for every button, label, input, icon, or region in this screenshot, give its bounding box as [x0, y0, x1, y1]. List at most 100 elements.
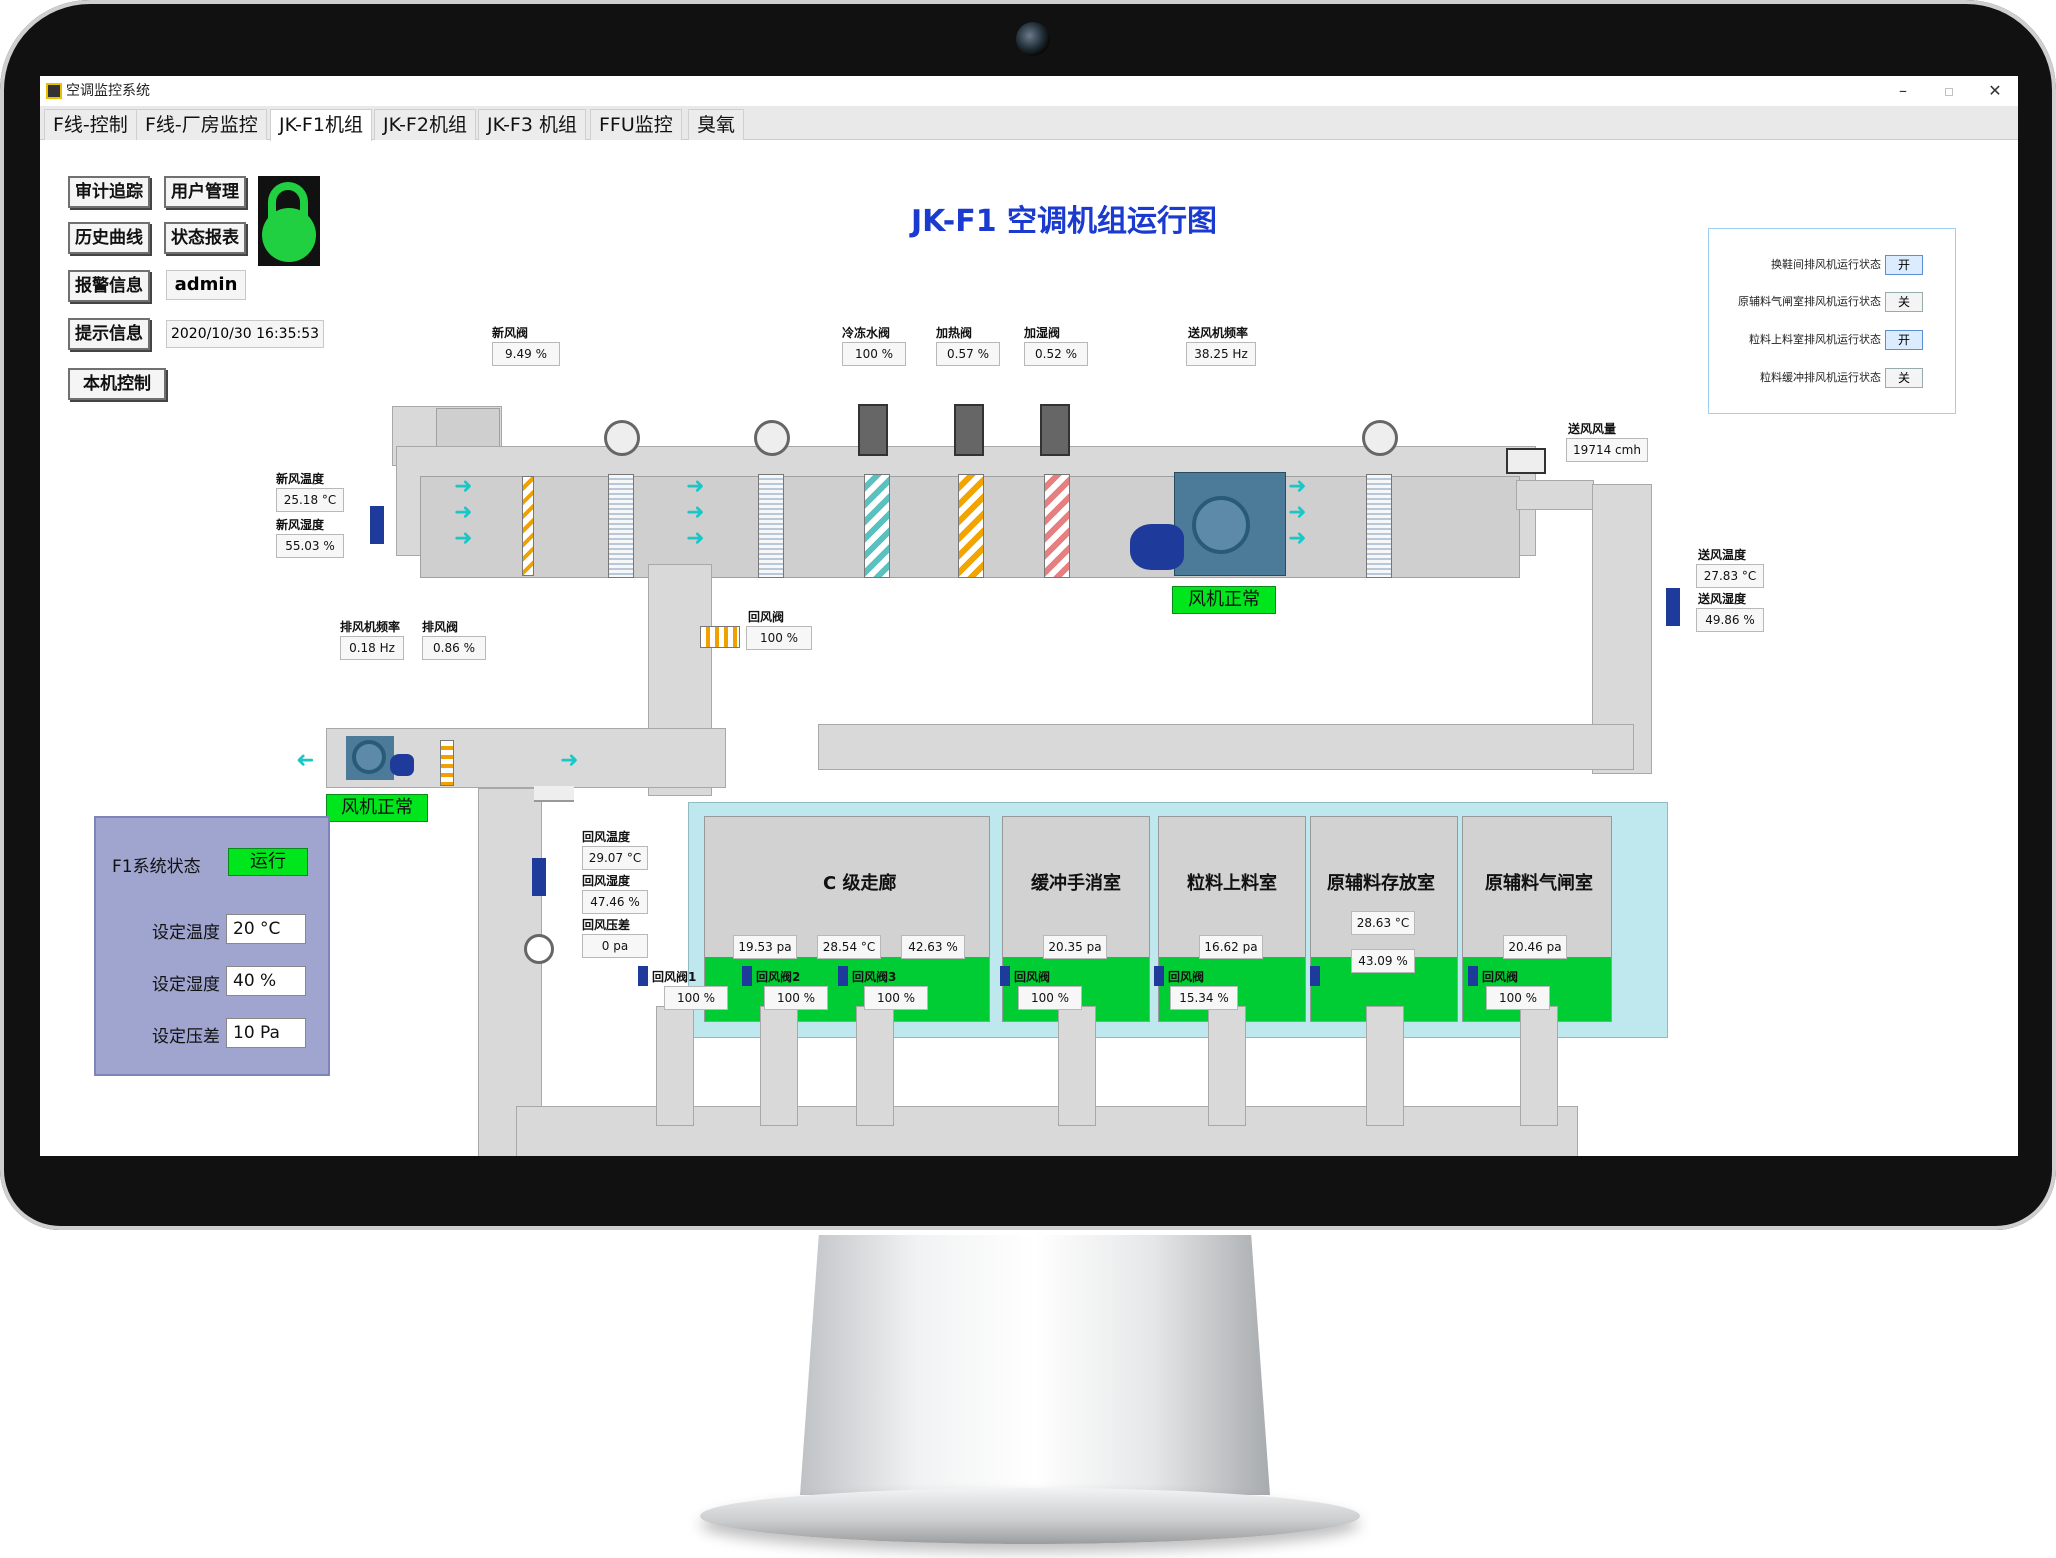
supply-temp-label: 送风温度: [1698, 548, 1747, 562]
app-icon: [46, 83, 62, 99]
maximize-button[interactable]: ▫: [1926, 76, 1972, 106]
room-value: 20.46 pa: [1503, 935, 1567, 959]
legend-label: 换鞋间排风机运行状态: [1771, 258, 1881, 271]
fresh-air-damper: [522, 476, 534, 576]
return-damper-1-value: 100 %: [664, 986, 728, 1010]
return-damper: [700, 626, 740, 648]
room-name: 缓冲手消室: [1031, 873, 1121, 894]
return-damper-5-value: 15.34 %: [1170, 986, 1238, 1010]
room-value: 19.53 pa: [733, 935, 797, 959]
room-name: C 级走廊: [823, 873, 897, 894]
room-name: 原辅料存放室: [1327, 873, 1435, 894]
valve-icon: [754, 420, 790, 456]
fresh-air-hood: [436, 408, 500, 448]
humidifier: [1044, 474, 1070, 578]
legend-label: 粒料上料室排风机运行状态: [1749, 333, 1881, 346]
tab-jk-f1[interactable]: JK-F1机组: [270, 109, 372, 141]
airflow-arrow: ➜: [454, 500, 473, 525]
return-damper-2-label: 回风阀2: [756, 970, 801, 984]
humid-valve-label: 加湿阀: [1024, 326, 1061, 340]
fresh-temp-label: 新风温度: [276, 472, 325, 486]
damper-actuator-icon: [1468, 966, 1478, 986]
supply-temp-value: 27.83 °C: [1696, 564, 1764, 588]
return-damper-6-label: 回风阀: [1482, 970, 1519, 984]
supply-freq-value: 38.25 Hz: [1186, 342, 1256, 366]
title-bar: 空调监控系统 – ▫ ✕: [40, 76, 2018, 106]
legend-label: 粒料缓冲排风机运行状态: [1760, 371, 1881, 384]
chill-valve-label: 冷冻水阀: [842, 326, 891, 340]
set-temp-field[interactable]: 20 °C: [226, 914, 306, 944]
room-name: 粒料上料室: [1187, 873, 1277, 894]
exhaust-freq-value: 0.18 Hz: [340, 636, 404, 660]
exhaust-fan-icon: [352, 740, 386, 774]
room-value: 20.35 pa: [1043, 935, 1107, 959]
return-damper-3-value: 100 %: [864, 986, 928, 1010]
fresh-damper-value: 9.49 %: [492, 342, 560, 366]
airflow-arrow: ➜: [1288, 500, 1307, 525]
chill-valve-value: 100 %: [842, 342, 906, 366]
fresh-temp-value: 25.18 °C: [276, 488, 344, 512]
high-efficiency-filter: [1366, 474, 1392, 578]
tab-ffu[interactable]: FFU监控: [590, 109, 682, 140]
legend-value: 开: [1885, 330, 1923, 350]
supply-motor-icon: [1130, 524, 1184, 570]
local-control-button[interactable]: 本机控制: [68, 368, 166, 400]
airflow-arrow: ➜: [1288, 474, 1307, 499]
room-value: 42.63 %: [901, 935, 965, 959]
return-damper-2-value: 100 %: [764, 986, 828, 1010]
tab-ozone[interactable]: 臭氧: [688, 109, 745, 140]
system-status-label: F1系统状态: [112, 857, 201, 877]
legend-value: 关: [1885, 368, 1923, 388]
fresh-damper-label: 新风阀: [492, 326, 529, 340]
set-hum-field[interactable]: 40 %: [226, 966, 306, 996]
tab-jk-f2[interactable]: JK-F2机组: [374, 109, 476, 140]
tab-f-line-plant[interactable]: F线-厂房监控: [136, 109, 267, 140]
supply-sensor-icon: [1666, 588, 1680, 626]
return-damper-4-value: 100 %: [1018, 986, 1082, 1010]
supply-flow-value: 19714 cmh: [1566, 438, 1648, 462]
system-status-value: 运行: [228, 848, 308, 876]
room-value: 43.09 %: [1351, 949, 1415, 973]
primary-filter: [608, 474, 634, 578]
return-damper-5-label: 回风阀: [1168, 970, 1205, 984]
system-status-panel: F1系统状态 运行 设定温度 20 °C 设定湿度 40 % 设定压差 10 P…: [94, 816, 330, 1076]
chill-valve-actuator-icon: [858, 404, 888, 456]
return-damper-6-value: 100 %: [1486, 986, 1550, 1010]
heat-valve-value: 0.57 %: [936, 342, 1000, 366]
close-button[interactable]: ✕: [1972, 76, 2018, 106]
return-dp-label: 回风压差: [582, 918, 631, 932]
supply-flow-label: 送风风量: [1568, 422, 1617, 436]
heat-valve-actuator-icon: [954, 404, 984, 456]
tab-jk-f3[interactable]: JK-F3 机组: [478, 109, 586, 140]
set-dp-field[interactable]: 10 Pa: [226, 1018, 306, 1048]
room-value: 16.62 pa: [1199, 935, 1263, 959]
return-sensor-icon: [532, 858, 546, 896]
heat-valve-label: 加热阀: [936, 326, 973, 340]
supply-header-duct: [818, 724, 1634, 770]
room-value: 28.54 °C: [817, 935, 881, 959]
exhaust-fan-status: 风机正常: [326, 794, 428, 822]
fresh-hum-value: 55.03 %: [276, 534, 344, 558]
tab-f-line-control[interactable]: F线-控制: [44, 109, 137, 140]
monitor-stand: [800, 1235, 1270, 1495]
supply-fan-status: 风机正常: [1172, 586, 1276, 614]
minimize-button[interactable]: –: [1880, 76, 1926, 106]
set-dp-label: 设定压差: [152, 1027, 220, 1047]
legend-value: 开: [1885, 255, 1923, 275]
duct-marker: [534, 786, 574, 802]
exhaust-freq-label: 排风机频率: [340, 620, 401, 634]
supply-hum-label: 送风湿度: [1698, 592, 1747, 606]
set-temp-label: 设定温度: [152, 923, 220, 943]
return-branch-duct: [1058, 1006, 1096, 1126]
tab-bar: F线-控制 F线-厂房监控 JK-F1机组 JK-F2机组 JK-F3 机组 F…: [40, 106, 2018, 141]
fresh-sensor-icon: [370, 506, 384, 544]
supply-hum-value: 49.86 %: [1696, 608, 1764, 632]
valve-icon: [604, 420, 640, 456]
return-temp-value: 29.07 °C: [582, 846, 648, 870]
return-branch-duct: [656, 1006, 694, 1126]
flow-meter-icon: [1506, 448, 1546, 474]
alarm-info-button[interactable]: 报警信息: [68, 270, 150, 302]
damper-actuator-icon: [1310, 966, 1320, 986]
airflow-arrow: ➜: [454, 526, 473, 551]
hint-info-button[interactable]: 提示信息: [68, 318, 150, 350]
